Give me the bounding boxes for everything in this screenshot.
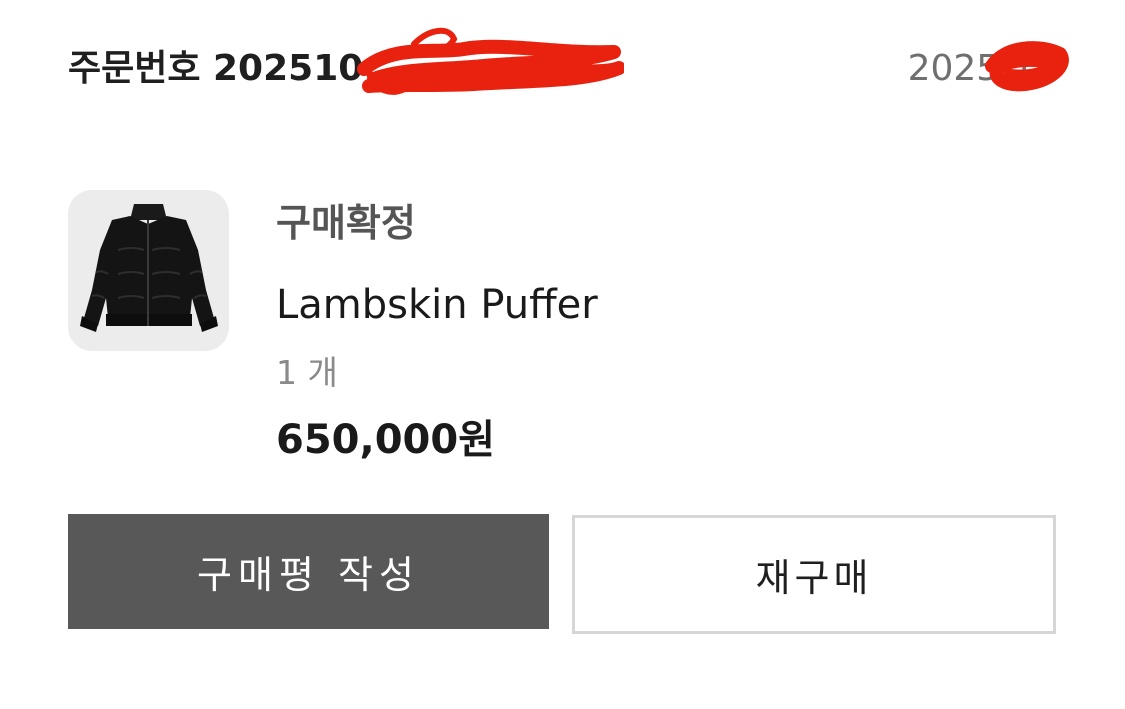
product-quantity: 1 개 (276, 353, 338, 392)
order-date: 2025-10 (907, 48, 1058, 89)
order-status: 구매확정 (276, 201, 416, 245)
order-header: 주문번호 202510 2025-10 (68, 27, 1069, 95)
product-thumbnail[interactable] (68, 190, 229, 351)
order-number: 주문번호 202510 (68, 48, 364, 89)
black-puffer-jacket-icon (80, 204, 218, 332)
redaction-scribble (357, 27, 624, 95)
write-review-button[interactable]: 구매평 작성 (68, 514, 549, 629)
rebuy-button[interactable]: 재구매 (572, 515, 1056, 634)
product-name[interactable]: Lambskin Puffer (276, 280, 598, 330)
product-price: 650,000원 (276, 417, 495, 463)
